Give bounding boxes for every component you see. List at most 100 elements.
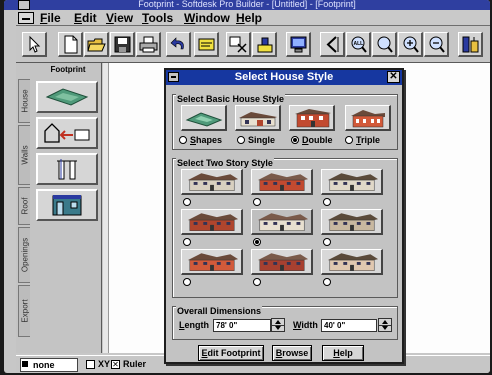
two-story-style-button[interactable] — [181, 209, 243, 235]
two-story-style-radio[interactable] — [253, 278, 261, 286]
tab-export[interactable]: Export — [18, 285, 30, 337]
two-story-house-icon — [327, 252, 378, 271]
two-story-style-button[interactable] — [181, 249, 243, 275]
menu-edit[interactable]: Edit — [74, 11, 97, 25]
level-button[interactable] — [458, 32, 483, 57]
ruler-label: Ruler — [123, 359, 147, 369]
view-monitor-button[interactable] — [286, 32, 311, 57]
length-stepper[interactable] — [271, 318, 285, 332]
radio-triple[interactable] — [345, 136, 353, 144]
app-title-bar[interactable]: Footprint - Softdesk Pro Builder - [Unti… — [4, 0, 490, 10]
single-story-house-icon — [238, 111, 277, 126]
note-button[interactable] — [194, 32, 219, 57]
radio-triple-text: riple — [361, 135, 381, 145]
two-story-house-icon — [327, 172, 378, 191]
two-story-style-button[interactable] — [251, 209, 313, 235]
dialog-title-bar[interactable]: Select House Style ✕ — [166, 70, 402, 85]
menu-edit-label: dit — [82, 11, 97, 25]
two-story-style-button[interactable] — [321, 209, 383, 235]
browse-button[interactable]: Browse — [272, 345, 312, 361]
undo-button[interactable] — [166, 32, 191, 57]
wall-room-button[interactable] — [36, 117, 98, 149]
two-story-style-radio[interactable] — [253, 238, 261, 246]
close-icon[interactable]: ✕ — [387, 71, 400, 83]
building-button[interactable] — [36, 189, 98, 221]
main-toolbar: ALL — [16, 27, 490, 63]
two-story-style-radio[interactable] — [253, 198, 261, 206]
system-menu-icon[interactable] — [18, 0, 30, 10]
dialog-title: Select House Style — [234, 71, 334, 83]
two-story-style-radio[interactable] — [183, 278, 191, 286]
triple-style-button[interactable] — [345, 105, 391, 131]
two-story-style-button[interactable] — [251, 249, 313, 275]
menu-window[interactable]: Window — [184, 11, 230, 25]
width-stepper[interactable] — [378, 318, 392, 332]
length-input[interactable]: 78' 0" — [213, 319, 271, 332]
menu-help[interactable]: Help — [236, 11, 262, 25]
two-story-style-button[interactable] — [251, 169, 313, 195]
two-story-style-radio[interactable] — [183, 238, 191, 246]
save-file-button[interactable] — [110, 32, 135, 57]
zoom-out-button[interactable] — [424, 32, 449, 57]
help-button[interactable]: Help — [322, 345, 364, 361]
two-story-style-radio[interactable] — [323, 278, 331, 286]
tab-house[interactable]: House — [18, 79, 30, 123]
plan-view-icon — [326, 35, 338, 53]
dimension-button[interactable] — [36, 153, 98, 185]
document-control-menu-icon[interactable] — [18, 12, 34, 24]
zoom-in-button[interactable] — [398, 32, 423, 57]
tab-openings[interactable]: Openings — [18, 227, 30, 283]
double-style-button[interactable] — [289, 105, 335, 131]
ruler-checkbox[interactable]: ✕ — [111, 360, 120, 369]
two-story-style-button[interactable] — [321, 169, 383, 195]
tab-walls[interactable]: Walls — [18, 125, 30, 185]
wall-room-icon — [44, 123, 90, 143]
plan-view-button[interactable] — [320, 32, 345, 57]
radio-shapes-label[interactable]: Shapes — [190, 135, 222, 145]
radio-single[interactable] — [237, 136, 245, 144]
two-story-style-radio[interactable] — [323, 198, 331, 206]
radio-double-label[interactable]: Double — [302, 135, 333, 145]
radio-single-label[interactable]: Single — [248, 135, 275, 145]
two-story-style-button[interactable] — [181, 169, 243, 195]
menu-edit-mnemonic: E — [74, 11, 83, 25]
tab-roof[interactable]: Roof — [18, 187, 30, 225]
zoom-button[interactable] — [372, 32, 397, 57]
single-style-button[interactable] — [235, 105, 281, 131]
undo-icon — [170, 36, 184, 49]
layer-value: none — [33, 360, 55, 370]
two-story-style-label: Select Two Story Style — [176, 158, 274, 168]
pointer-tool-button[interactable] — [22, 32, 47, 57]
radio-double[interactable] — [291, 136, 299, 144]
edit-footprint-button[interactable]: Edit Footprint — [198, 345, 264, 361]
zoom-all-button[interactable]: ALL — [346, 32, 371, 57]
radio-shapes[interactable] — [179, 136, 187, 144]
print-button[interactable] — [136, 32, 161, 57]
menu-bar: File Edit View Tools Window Help — [16, 10, 490, 26]
menu-view[interactable]: View — [106, 11, 133, 25]
app-title: Footprint - Softdesk Pro Builder - [Unti… — [138, 0, 356, 9]
menu-tools[interactable]: Tools — [142, 11, 173, 25]
footprint-shape-button[interactable] — [36, 81, 98, 113]
menu-tools-label: ools — [148, 11, 174, 25]
two-story-style-radio[interactable] — [183, 198, 191, 206]
layer-selector[interactable]: none — [20, 358, 78, 372]
two-story-house-icon — [187, 252, 238, 271]
new-document-button[interactable] — [58, 32, 83, 57]
menu-file[interactable]: File — [40, 11, 61, 25]
length-label: Length — [179, 320, 209, 330]
dialog-system-menu-icon[interactable] — [168, 72, 179, 82]
open-file-button[interactable] — [84, 32, 109, 57]
two-story-style-radio[interactable] — [323, 238, 331, 246]
xy-checkbox[interactable] — [86, 360, 95, 369]
shapes-style-button[interactable] — [181, 105, 227, 131]
width-input[interactable]: 40' 0" — [321, 319, 377, 332]
radio-triple-label[interactable]: Triple — [356, 135, 380, 145]
note-icon — [198, 38, 214, 50]
wall-tool-button[interactable] — [252, 32, 277, 57]
radio-single-text: Single — [248, 135, 276, 145]
wall-tool-icon — [257, 37, 272, 52]
insert-button[interactable] — [226, 32, 251, 57]
two-story-style-button[interactable] — [321, 249, 383, 275]
tab-openings-label: Openings — [20, 237, 29, 273]
